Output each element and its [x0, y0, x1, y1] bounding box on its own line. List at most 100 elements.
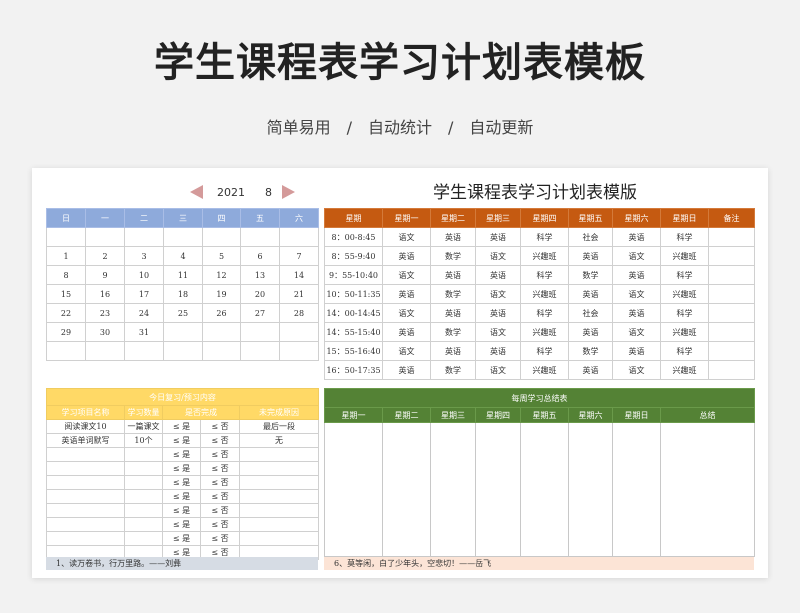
- study-amount-cell[interactable]: [124, 489, 163, 504]
- schedule-cell[interactable]: 社会: [568, 303, 613, 323]
- study-reason-cell[interactable]: [238, 517, 320, 532]
- calendar-day-cell[interactable]: 7: [279, 246, 319, 266]
- calendar-day-cell[interactable]: 29: [46, 322, 86, 342]
- study-no-checkbox[interactable]: ≤ 否: [200, 517, 240, 532]
- schedule-cell[interactable]: 语文: [612, 284, 661, 304]
- schedule-cell[interactable]: 科学: [520, 265, 569, 285]
- calendar-day-cell[interactable]: 19: [202, 284, 241, 304]
- study-reason-cell[interactable]: [238, 503, 320, 518]
- schedule-time-cell[interactable]: 8：55-9:40: [324, 246, 383, 266]
- schedule-cell[interactable]: 英语: [568, 322, 613, 342]
- study-amount-cell[interactable]: [124, 461, 163, 476]
- study-no-checkbox[interactable]: ≤ 否: [200, 489, 240, 504]
- study-item-cell[interactable]: [46, 517, 125, 532]
- study-yes-checkbox[interactable]: ≤ 是: [162, 531, 201, 546]
- calendar-day-cell[interactable]: 17: [124, 284, 164, 304]
- schedule-cell[interactable]: [708, 341, 755, 361]
- summary-cell[interactable]: [660, 422, 755, 557]
- schedule-cell[interactable]: 语文: [475, 360, 521, 380]
- schedule-cell[interactable]: 语文: [475, 246, 521, 266]
- calendar-day-cell[interactable]: 2: [85, 246, 125, 266]
- schedule-time-cell[interactable]: 15：55-16:40: [324, 341, 383, 361]
- schedule-cell[interactable]: 兴趣班: [660, 360, 709, 380]
- calendar-day-cell[interactable]: [202, 227, 241, 247]
- schedule-cell[interactable]: [708, 246, 755, 266]
- schedule-cell[interactable]: 英语: [475, 265, 521, 285]
- schedule-cell[interactable]: 兴趣班: [520, 360, 569, 380]
- study-no-checkbox[interactable]: ≤ 否: [200, 433, 240, 448]
- triangle-left-icon[interactable]: [190, 185, 203, 199]
- study-reason-cell[interactable]: [238, 447, 320, 462]
- study-amount-cell[interactable]: [124, 447, 163, 462]
- calendar-day-cell[interactable]: 15: [46, 284, 86, 304]
- study-no-checkbox[interactable]: ≤ 否: [200, 531, 240, 546]
- schedule-cell[interactable]: 英语: [382, 284, 431, 304]
- calendar-day-cell[interactable]: 14: [279, 265, 319, 285]
- study-amount-cell[interactable]: 10个: [124, 433, 163, 448]
- calendar-day-cell[interactable]: 23: [85, 303, 125, 323]
- calendar-day-cell[interactable]: 16: [85, 284, 125, 304]
- schedule-cell[interactable]: 兴趣班: [660, 284, 709, 304]
- calendar-day-cell[interactable]: 4: [163, 246, 203, 266]
- schedule-cell[interactable]: 兴趣班: [520, 284, 569, 304]
- schedule-cell[interactable]: 科学: [660, 227, 709, 247]
- study-reason-cell[interactable]: 最后一段: [238, 419, 320, 434]
- schedule-cell[interactable]: 语文: [382, 341, 431, 361]
- calendar-day-cell[interactable]: [163, 322, 203, 342]
- schedule-time-cell[interactable]: 14：55-15:40: [324, 322, 383, 342]
- study-no-checkbox[interactable]: ≤ 否: [200, 503, 240, 518]
- study-amount-cell[interactable]: [124, 475, 163, 490]
- calendar-day-cell[interactable]: [240, 322, 280, 342]
- schedule-cell[interactable]: 英语: [430, 265, 476, 285]
- triangle-right-icon[interactable]: [282, 185, 295, 199]
- calendar-day-cell[interactable]: 20: [240, 284, 280, 304]
- study-reason-cell[interactable]: 无: [238, 433, 320, 448]
- schedule-cell[interactable]: 兴趣班: [520, 322, 569, 342]
- schedule-cell[interactable]: [708, 284, 755, 304]
- calendar-day-cell[interactable]: 24: [124, 303, 164, 323]
- schedule-cell[interactable]: 科学: [660, 265, 709, 285]
- schedule-cell[interactable]: 语文: [382, 265, 431, 285]
- calendar-day-cell[interactable]: [85, 227, 125, 247]
- calendar-day-cell[interactable]: 3: [124, 246, 164, 266]
- schedule-cell[interactable]: 语文: [612, 246, 661, 266]
- study-yes-checkbox[interactable]: ≤ 是: [162, 503, 201, 518]
- study-yes-checkbox[interactable]: ≤ 是: [162, 475, 201, 490]
- study-yes-checkbox[interactable]: ≤ 是: [162, 447, 201, 462]
- study-reason-cell[interactable]: [238, 461, 320, 476]
- study-reason-cell[interactable]: [238, 475, 320, 490]
- summary-cell[interactable]: [612, 422, 661, 557]
- calendar-day-cell[interactable]: 21: [279, 284, 319, 304]
- study-item-cell[interactable]: 阅读课文10: [46, 419, 125, 434]
- schedule-cell[interactable]: 英语: [612, 341, 661, 361]
- calendar-day-cell[interactable]: 1: [46, 246, 86, 266]
- schedule-cell[interactable]: 英语: [382, 360, 431, 380]
- calendar-day-cell[interactable]: 18: [163, 284, 203, 304]
- schedule-time-cell[interactable]: 10：50-11:35: [324, 284, 383, 304]
- schedule-cell[interactable]: 数学: [430, 322, 476, 342]
- schedule-cell[interactable]: 科学: [520, 227, 569, 247]
- calendar-day-cell[interactable]: 11: [163, 265, 203, 285]
- study-amount-cell[interactable]: [124, 531, 163, 546]
- study-item-cell[interactable]: [46, 531, 125, 546]
- schedule-cell[interactable]: 数学: [430, 284, 476, 304]
- study-item-cell[interactable]: [46, 503, 125, 518]
- summary-cell[interactable]: [324, 422, 383, 557]
- schedule-time-cell[interactable]: 8：00-8:45: [324, 227, 383, 247]
- schedule-cell[interactable]: 英语: [475, 227, 521, 247]
- calendar-day-cell[interactable]: 26: [202, 303, 241, 323]
- schedule-cell[interactable]: [708, 360, 755, 380]
- schedule-time-cell[interactable]: 14：00-14:45: [324, 303, 383, 323]
- calendar-day-cell[interactable]: 31: [124, 322, 164, 342]
- summary-cell[interactable]: [382, 422, 431, 557]
- calendar-day-cell[interactable]: [85, 341, 125, 361]
- study-no-checkbox[interactable]: ≤ 否: [200, 461, 240, 476]
- schedule-cell[interactable]: 兴趣班: [660, 322, 709, 342]
- calendar-day-cell[interactable]: [279, 227, 319, 247]
- study-amount-cell[interactable]: 一篇课文: [124, 419, 163, 434]
- schedule-cell[interactable]: 数学: [568, 265, 613, 285]
- schedule-cell[interactable]: 科学: [520, 303, 569, 323]
- study-yes-checkbox[interactable]: ≤ 是: [162, 489, 201, 504]
- schedule-cell[interactable]: 英语: [475, 303, 521, 323]
- schedule-cell[interactable]: 数学: [430, 360, 476, 380]
